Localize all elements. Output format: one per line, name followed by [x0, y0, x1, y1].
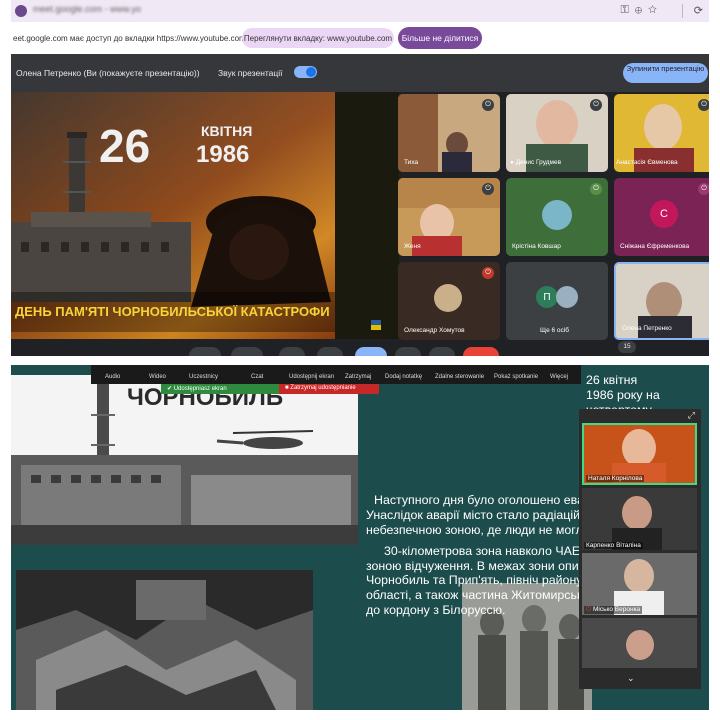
participant-tile[interactable]: ⏻ Анастасія Євменова: [614, 94, 709, 172]
slide-caption: ДЕНЬ ПАМ'ЯТІ ЧОРНОБИЛЬСЬКОЇ КАТАСТРОФИ: [15, 304, 330, 319]
browser-toolbar: meet.google.com - www.yo ⚿⊕☆ ⟳: [11, 0, 709, 22]
participant-tile[interactable]: ⏻ ● Денис Грудмев: [506, 94, 608, 172]
avatar: [542, 200, 572, 230]
more-participants-label: Ще 6 осіб: [540, 327, 569, 334]
presentation-sound-toggle[interactable]: [294, 66, 317, 78]
more-participants-tile[interactable]: П Ще 6 осіб: [506, 262, 608, 340]
presenter-label: Олена Петренко (Ви (покажуєте презентаці…: [16, 68, 200, 78]
share-screen-button[interactable]: Udostępnij ekran: [289, 374, 334, 380]
video-button[interactable]: Wideo: [149, 374, 166, 380]
slide-month: КВІТНЯ: [201, 123, 252, 139]
leave-call-button[interactable]: [463, 347, 499, 356]
mic-off-icon: ⏻: [482, 99, 494, 111]
gallery-header: ⤢: [579, 409, 701, 423]
remote-control-button[interactable]: Zdalne sterowanie: [435, 374, 484, 380]
participants-button[interactable]: Uczestnicy: [189, 374, 218, 380]
pause-share-button[interactable]: Zatrzymaj: [345, 374, 371, 380]
stop-presenting-button[interactable]: Зупинити презентацію: [623, 63, 708, 83]
sharing-indicator: ✔ Udostępniasz ekran: [161, 384, 279, 394]
chernobyl-plant-photo: ЧОРНОБИЛЬ: [11, 375, 358, 545]
gallery-tile[interactable]: [582, 618, 697, 668]
mic-off-icon: ⏻: [482, 183, 494, 195]
presented-slide: 26 КВІТНЯ 1986 ДЕНЬ ПАМ'ЯТІ ЧОРНОБИЛЬСЬК…: [11, 92, 399, 339]
annotate-button[interactable]: Dodaj notatkę: [385, 374, 422, 380]
participant-name: Олена Петренко: [622, 325, 672, 332]
toolbar-icons: ⚿⊕☆: [620, 4, 663, 17]
gallery-tile[interactable]: ⏻ Місько Веронка: [582, 553, 697, 615]
participant-tile[interactable]: С ⏻ Сніжана Єфременкова: [614, 178, 709, 256]
self-tile[interactable]: Олена Петренко: [614, 262, 709, 340]
raise-hand-button[interactable]: [395, 347, 421, 356]
participant-name: Тиха: [404, 159, 419, 166]
mic-off-icon: ⏻: [590, 183, 602, 195]
meet-control-bar: 15: [11, 339, 709, 356]
mic-off-icon: ⏻: [698, 99, 709, 111]
site-favicon: [15, 5, 27, 17]
avatar: С: [650, 200, 678, 228]
participant-name: Олександр Хомутов: [404, 327, 465, 334]
gallery-tile[interactable]: Карпенко Віталіна: [582, 488, 697, 550]
zoom-screenshot: ЧОРНОБИЛЬ 26 квітня 1986 року на Наступн…: [11, 365, 709, 710]
zoom-video-gallery: ⤢ Наталя Корнілова Карпенко Віталіна ⏻ М…: [579, 409, 701, 689]
mic-off-icon: ⏻: [698, 183, 709, 195]
participant-name: ● Денис Грудмев: [510, 159, 562, 166]
zoom-toolbar: Audio Wideo Uczestnicy Czat Udostępnij e…: [91, 365, 581, 384]
extensions-icon[interactable]: ⟳: [694, 4, 703, 17]
reactor-ruins-photo: [16, 570, 313, 710]
participant-count[interactable]: 15: [618, 341, 636, 353]
share-info-text: eet.google.com має доступ до вкладки htt…: [13, 34, 246, 43]
tab-share-bar: eet.google.com має доступ до вкладки htt…: [11, 22, 709, 54]
meet-screenshot: meet.google.com - www.yo ⚿⊕☆ ⟳ eet.googl…: [11, 0, 709, 356]
participant-tile[interactable]: ⏻ Женя: [398, 178, 500, 256]
presentation-sound-label: Звук презентації: [218, 68, 283, 78]
slide-year: 1986: [196, 141, 249, 168]
avatar: П: [536, 286, 558, 308]
participant-name: Крістіна Ковшар: [512, 243, 561, 250]
gallery-tile[interactable]: Наталя Корнілова: [582, 423, 697, 485]
share-status-bar: ✔ Udostępniasz ekran ■ Zatrzymaj udostęp…: [161, 384, 379, 394]
gallery-name: ⏻ Місько Веронка: [584, 606, 643, 614]
chevron-down-icon[interactable]: ⌄: [627, 673, 635, 684]
avatar: [556, 286, 578, 308]
mic-off-icon: ⏻: [590, 99, 602, 111]
present-button[interactable]: [355, 347, 387, 356]
presentation-bar: Олена Петренко (Ви (покажуєте презентаці…: [11, 54, 709, 92]
chernobyl-slide-image: 26 КВІТНЯ 1986 ДЕНЬ ПАМ'ЯТІ ЧОРНОБИЛЬСЬК…: [11, 92, 399, 339]
key-icon[interactable]: ⚿: [620, 4, 634, 16]
meeting-area: 26 КВІТНЯ 1986 ДЕНЬ ПАМ'ЯТІ ЧОРНОБИЛЬСЬК…: [11, 92, 709, 356]
chat-button[interactable]: Czat: [251, 374, 263, 380]
reactions-button[interactable]: [317, 347, 343, 356]
camera-button[interactable]: [231, 347, 263, 356]
participant-name: Сніжана Єфременкова: [620, 243, 690, 250]
participant-tile[interactable]: ⏻ Тиха: [398, 94, 500, 172]
zoom-icon[interactable]: ⊕: [635, 4, 648, 16]
stop-share-button[interactable]: ■ Zatrzymaj udostępnianie: [279, 384, 379, 394]
url-text: meet.google.com - www.yo: [33, 4, 142, 14]
photo-ruins-svg: [16, 570, 313, 710]
star-icon[interactable]: ☆: [648, 4, 663, 16]
participant-tile[interactable]: ⏻ Крістіна Ковшар: [506, 178, 608, 256]
audio-button[interactable]: Audio: [105, 374, 120, 380]
participant-tile[interactable]: ⏻ Олександр Хомутов: [398, 262, 500, 340]
show-meeting-button[interactable]: Pokaż spotkanie: [494, 374, 538, 380]
stop-sharing-button[interactable]: Більше не ділитися: [398, 27, 482, 49]
more-options-button[interactable]: [429, 347, 455, 356]
gallery-name: Карпенко Віталіна: [584, 542, 643, 549]
gallery-name: Наталя Корнілова: [586, 475, 645, 482]
participant-name: Женя: [404, 243, 421, 250]
more-button[interactable]: Więcej: [550, 374, 568, 380]
toolbar-divider: [682, 4, 683, 18]
mic-off-icon: ⏻: [482, 267, 494, 279]
participant-name: Анастасія Євменова: [616, 159, 678, 166]
switch-tab-button[interactable]: Переглянути вкладку: www.youtube.com: [242, 28, 394, 48]
slide-day: 26: [99, 120, 150, 172]
captions-button[interactable]: [279, 347, 305, 356]
mic-button[interactable]: [189, 347, 221, 356]
photo-plant-svg: ЧОРНОБИЛЬ: [11, 375, 358, 545]
expand-icon[interactable]: ⤢: [688, 410, 695, 421]
avatar: [434, 284, 462, 312]
